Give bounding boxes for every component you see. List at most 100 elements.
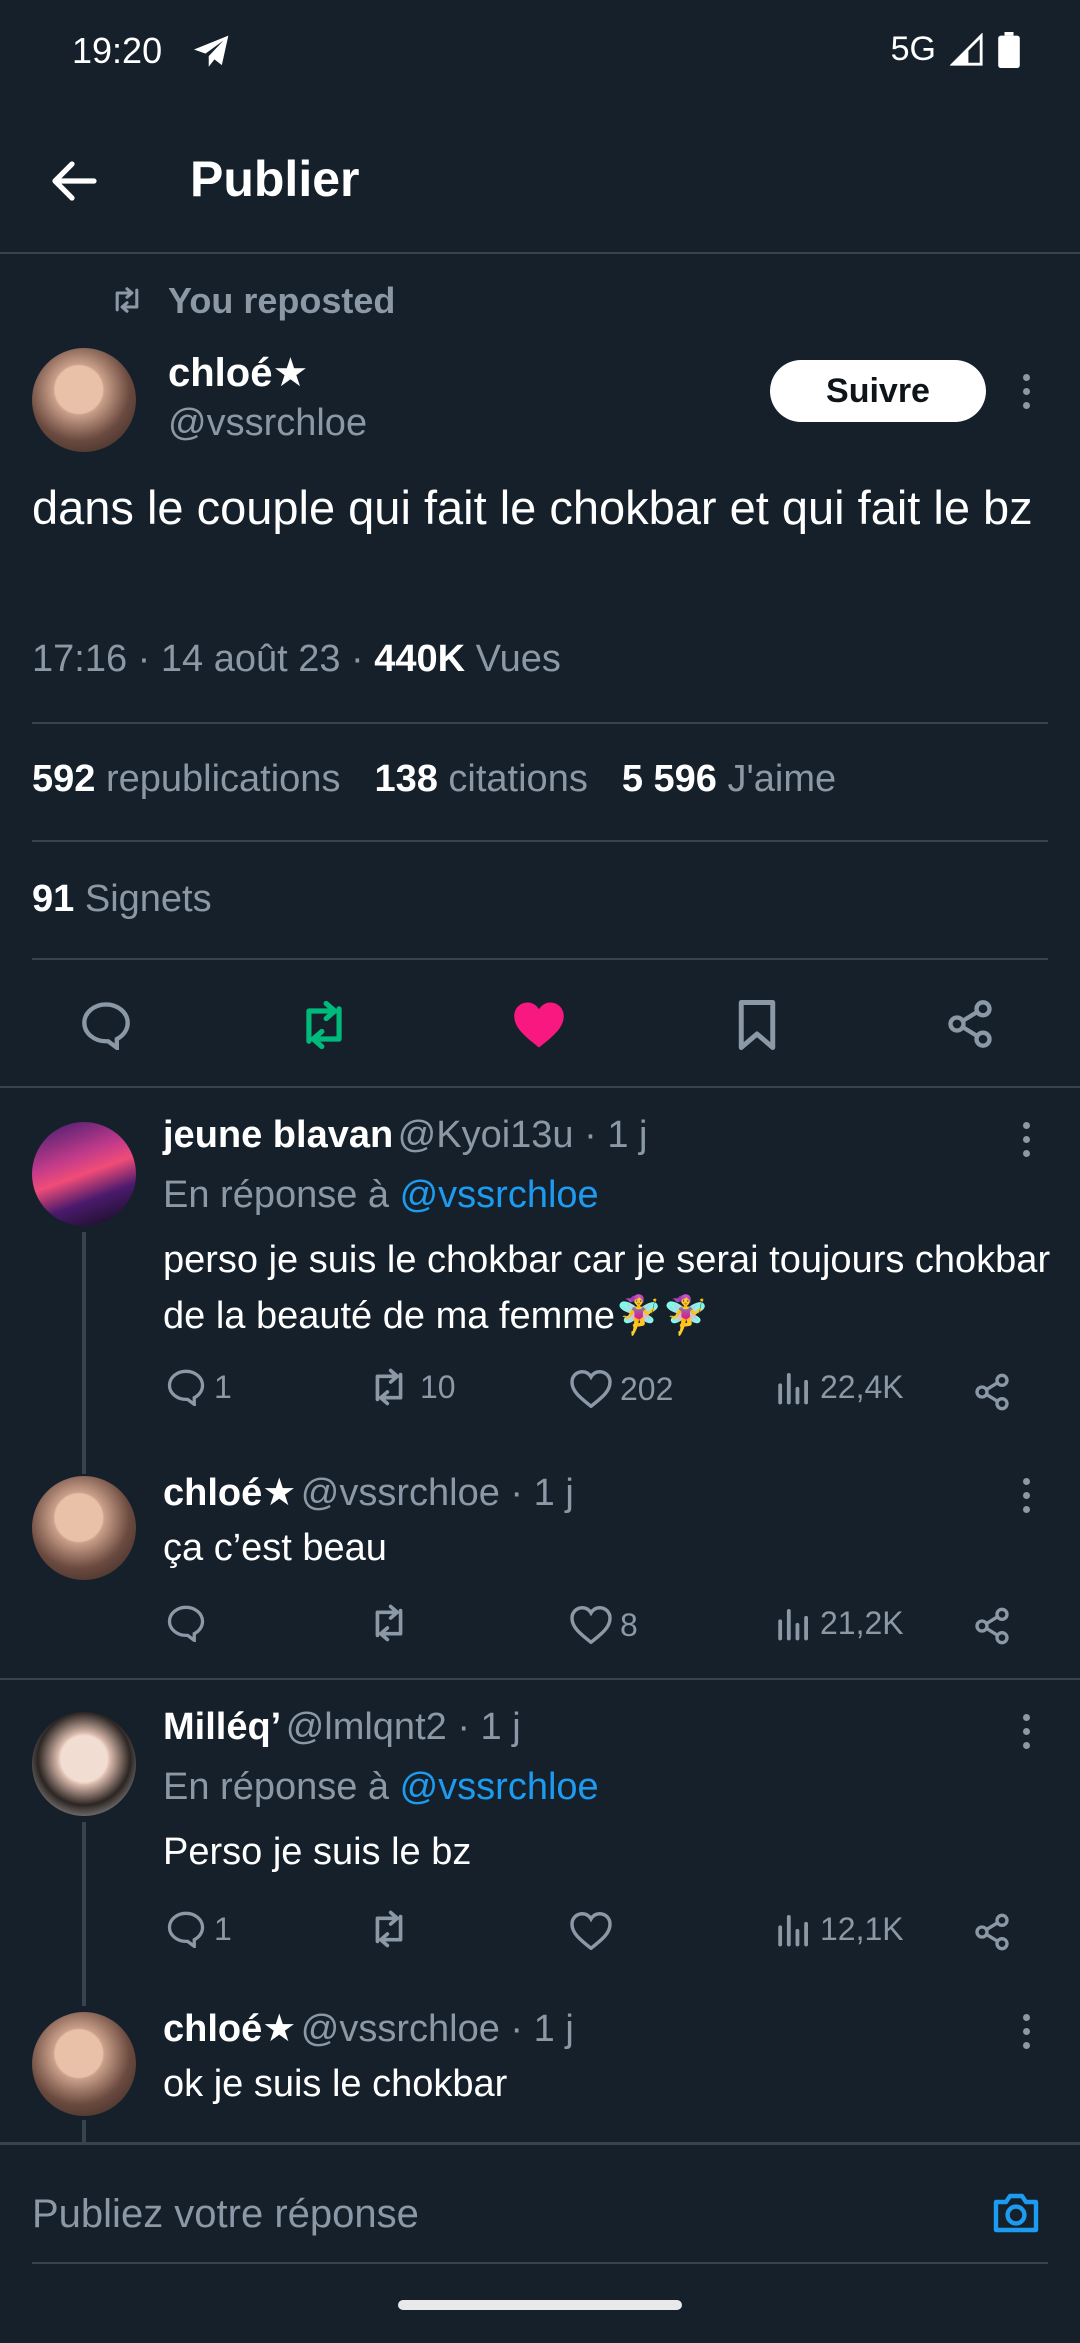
heart-icon xyxy=(570,1606,612,1644)
reply-to-handle[interactable]: @vssrchloe xyxy=(400,1766,599,1808)
divider xyxy=(32,840,1048,842)
reposts-stat[interactable]: 592 republications xyxy=(32,758,340,801)
reply-author-name[interactable]: jeune blavan xyxy=(163,1114,393,1156)
repost-label: You reposted xyxy=(168,280,396,321)
more-options-icon[interactable] xyxy=(1020,1478,1032,1513)
reply-header: chloé★ @vssrchloe · 1 j xyxy=(163,2006,574,2051)
repost-action[interactable]: 10 xyxy=(366,1368,456,1406)
like-action[interactable]: 8 xyxy=(570,1606,638,1644)
heart-filled-icon[interactable] xyxy=(512,1000,566,1050)
repost-small-icon xyxy=(110,286,144,314)
divider xyxy=(0,1086,1080,1088)
reply-icon xyxy=(167,1605,205,1642)
home-indicator[interactable] xyxy=(398,2300,682,2310)
reply-header: jeune blavan @Kyoi13u · 1 j xyxy=(163,1114,647,1157)
quotes-stat[interactable]: 138 citations xyxy=(374,758,587,801)
likes-stat[interactable]: 5 596 J'aime xyxy=(622,758,836,801)
share-icon[interactable] xyxy=(972,1372,1012,1412)
repost-icon xyxy=(375,1910,403,1948)
reply-header: Milléq’ @lmlqnt2 · 1 j xyxy=(163,1706,521,1749)
views-count: 12,1K xyxy=(820,1910,904,1947)
more-options-icon[interactable] xyxy=(1020,2014,1032,2049)
reply-author-name[interactable]: chloé★ xyxy=(163,2008,296,2050)
reply-author-handle[interactable]: @lmlqnt2 · 1 j xyxy=(286,1706,521,1748)
repost-count: 10 xyxy=(420,1368,456,1405)
status-right: 5G xyxy=(891,30,1020,69)
avatar[interactable] xyxy=(32,348,136,452)
composer-underline xyxy=(32,2262,1048,2264)
views-action[interactable]: 22,4K xyxy=(776,1368,904,1406)
bookmarks-stat[interactable]: 91 Signets xyxy=(32,878,212,921)
views-count: 21,2K xyxy=(820,1604,904,1641)
reposts-label: republications xyxy=(105,758,341,800)
avatar[interactable] xyxy=(32,1476,136,1580)
follow-button[interactable]: Suivre xyxy=(770,360,986,422)
reply-action[interactable]: 1 xyxy=(166,1368,232,1406)
camera-icon[interactable] xyxy=(990,2188,1042,2236)
thread-line xyxy=(82,2120,86,2144)
repost-action[interactable] xyxy=(366,1910,420,1948)
page-title: Publier xyxy=(190,151,360,207)
thread-line xyxy=(82,1232,86,1474)
repost-action[interactable] xyxy=(366,1604,420,1642)
reply-to-line: En réponse à @vssrchloe xyxy=(163,1174,599,1217)
avatar[interactable] xyxy=(32,1712,136,1816)
more-options-icon[interactable] xyxy=(1020,1122,1032,1157)
like-action[interactable] xyxy=(570,1912,620,1950)
bookmarks-label: Signets xyxy=(84,878,212,920)
reply-text: Perso je suis le bz xyxy=(163,1831,472,1873)
reply-author-name[interactable]: Milléq’ xyxy=(163,1706,281,1748)
reply-action[interactable]: 1 xyxy=(166,1910,232,1948)
battery-icon xyxy=(998,31,1020,68)
author-name[interactable]: chloé★ xyxy=(168,350,308,396)
like-count: 8 xyxy=(620,1606,638,1643)
repost-icon[interactable] xyxy=(296,1000,352,1050)
likes-count: 5 596 xyxy=(621,758,717,800)
reply-icon xyxy=(167,1911,205,1948)
views-icon xyxy=(778,1915,808,1947)
repost-icon xyxy=(375,1604,403,1642)
reply-author-handle[interactable]: @vssrchloe · 1 j xyxy=(301,1472,574,1514)
share-icon[interactable] xyxy=(972,1912,1012,1952)
reply-author-handle[interactable]: @vssrchloe · 1 j xyxy=(301,2008,574,2050)
reply-icon[interactable] xyxy=(80,1000,132,1050)
author-handle[interactable]: @vssrchloe xyxy=(168,402,367,445)
like-count: 202 xyxy=(620,1370,674,1407)
tweet-text: dans le couple qui fait le chokbar et qu… xyxy=(32,481,1033,534)
more-options-icon[interactable] xyxy=(1020,1714,1032,1749)
heart-icon xyxy=(570,1370,612,1408)
views-icon xyxy=(778,1609,808,1641)
divider xyxy=(0,1678,1080,1680)
like-action[interactable]: 202 xyxy=(570,1370,673,1408)
share-icon[interactable] xyxy=(972,1606,1012,1646)
views-icon xyxy=(778,1373,808,1405)
repost-icon xyxy=(375,1368,403,1406)
reply-icon xyxy=(167,1369,205,1406)
avatar[interactable] xyxy=(32,1122,136,1226)
views-action[interactable]: 12,1K xyxy=(776,1910,904,1948)
reply-to-line: En réponse à @vssrchloe xyxy=(163,1766,599,1809)
reply-text: ça c’est beau xyxy=(163,1527,387,1569)
views-action[interactable]: 21,2K xyxy=(776,1604,904,1642)
reply-header: chloé★ @vssrchloe · 1 j xyxy=(163,1470,574,1515)
avatar[interactable] xyxy=(32,2012,136,2116)
reply-input[interactable]: Publiez votre réponse xyxy=(32,2192,419,2237)
reply-text: ok je suis le chokbar xyxy=(163,2063,508,2105)
divider xyxy=(32,722,1048,724)
telegram-icon xyxy=(192,34,232,70)
reply-author-handle[interactable]: @Kyoi13u · 1 j xyxy=(398,1114,648,1156)
reply-to-handle[interactable]: @vssrchloe xyxy=(400,1174,599,1216)
more-options-icon[interactable] xyxy=(1020,374,1032,409)
likes-label: J'aime xyxy=(727,758,837,800)
reply-author-name[interactable]: chloé★ xyxy=(163,1472,296,1514)
divider xyxy=(32,958,1048,960)
share-icon[interactable] xyxy=(944,998,996,1050)
back-arrow-icon[interactable] xyxy=(50,160,98,202)
bookmark-icon[interactable] xyxy=(736,998,778,1052)
heart-icon xyxy=(570,1912,612,1950)
tweet-meta: 17:16 · 14 août 23 · 440K Vues xyxy=(32,638,561,681)
tweet-time: 17:16 · 14 août 23 · xyxy=(32,638,375,680)
reply-action[interactable] xyxy=(166,1604,214,1642)
reply-count: 1 xyxy=(214,1368,232,1405)
reply-text: perso je suis le chokbar car je serai to… xyxy=(163,1239,1051,1337)
